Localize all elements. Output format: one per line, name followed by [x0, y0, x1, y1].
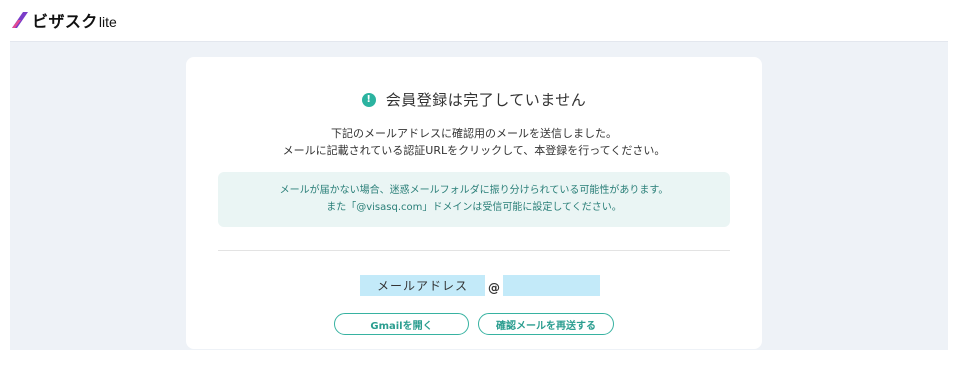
top-bar: ビザスク lite: [0, 0, 958, 40]
description-line: メールに記載されている認証URLをクリックして、本登録を行ってください。: [282, 144, 666, 157]
email-local-part: メールアドレス: [360, 275, 485, 296]
email-domain-mask: [503, 275, 600, 296]
logo-subtext: lite: [98, 13, 117, 30]
info-line: また「@visasq.com」ドメインは受信可能に設定してください。: [326, 202, 622, 213]
info-box: メールが届かない場合、迷惑メールフォルダに振り分けられている可能性があります。 …: [218, 172, 730, 227]
logo-text: ビザスク: [32, 12, 98, 31]
email-address: メールアドレス @: [360, 275, 600, 296]
logo-slash-icon: [12, 12, 28, 28]
divider: [218, 250, 730, 251]
info-line: メールが届かない場合、迷惑メールフォルダに振り分けられている可能性があります。: [279, 185, 669, 196]
notice-heading: ! 会員登録は完了していません: [186, 89, 762, 110]
open-gmail-button[interactable]: Gmailを開く: [334, 313, 469, 335]
description: 下記のメールアドレスに確認用のメールを送信しました。 メールに記載されている認証…: [186, 125, 762, 159]
visasq-logo[interactable]: ビザスク lite: [12, 8, 117, 32]
email-at-sign: @: [488, 280, 500, 295]
description-line: 下記のメールアドレスに確認用のメールを送信しました。: [331, 127, 617, 140]
verification-card: ! 会員登録は完了していません 下記のメールアドレスに確認用のメールを送信しまし…: [186, 57, 762, 349]
notice-title: 会員登録は完了していません: [385, 91, 587, 109]
exclamation-icon: !: [361, 92, 376, 107]
resend-confirmation-button[interactable]: 確認メールを再送する: [478, 313, 614, 335]
